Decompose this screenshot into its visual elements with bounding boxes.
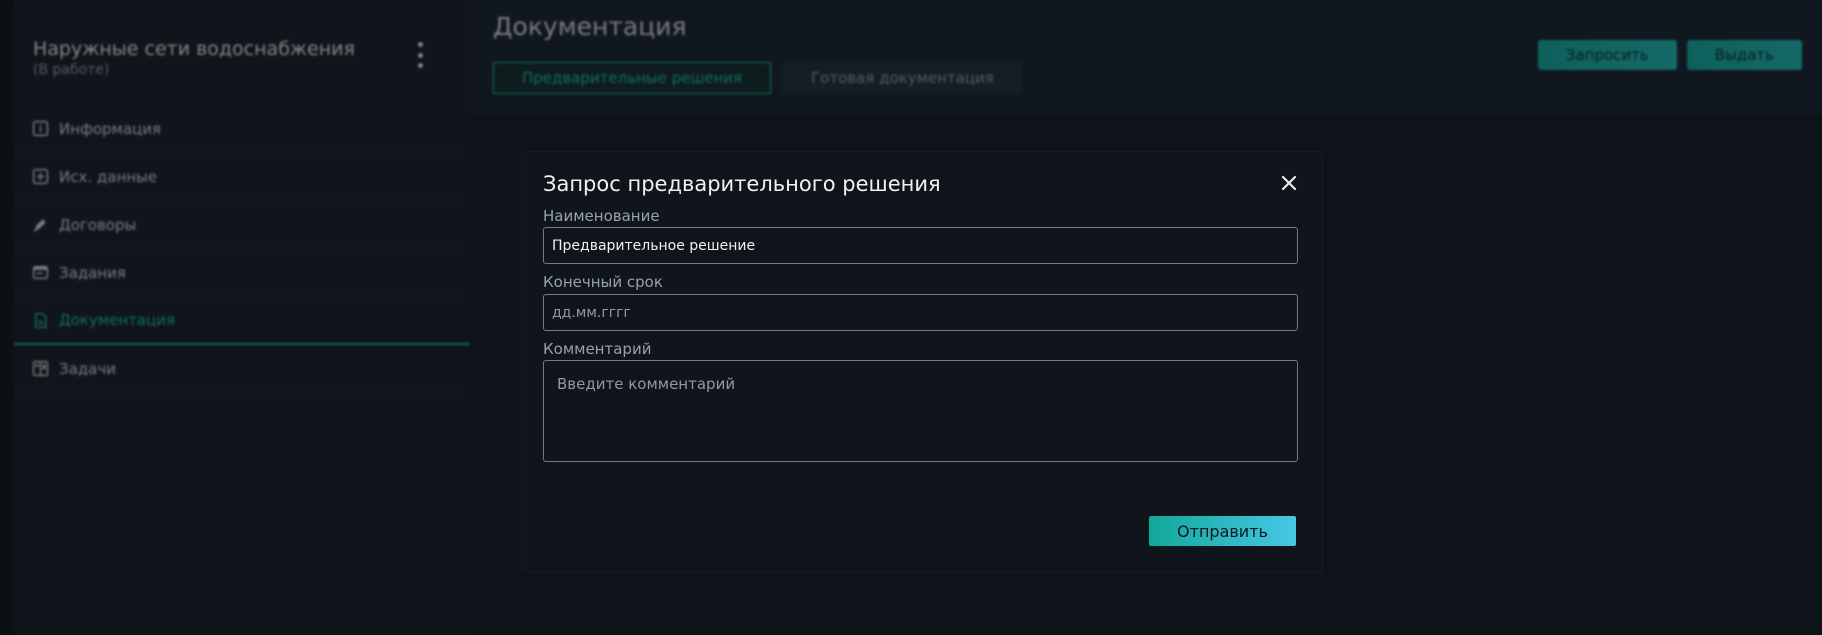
app-root: Наружные сети водоснабжения (В работе) И… xyxy=(0,0,1822,635)
deadline-label: Конечный срок xyxy=(543,273,663,291)
submit-button[interactable]: Отправить xyxy=(1149,516,1296,546)
dialog-title: Запрос предварительного решения xyxy=(543,172,941,196)
name-input[interactable] xyxy=(543,227,1298,264)
request-dialog: Запрос предварительного решения Наименов… xyxy=(522,152,1322,572)
comment-textarea[interactable] xyxy=(543,360,1298,462)
close-icon[interactable] xyxy=(1280,174,1298,192)
name-label: Наименование xyxy=(543,207,660,225)
comment-label: Комментарий xyxy=(543,340,652,358)
deadline-input[interactable] xyxy=(543,294,1298,331)
